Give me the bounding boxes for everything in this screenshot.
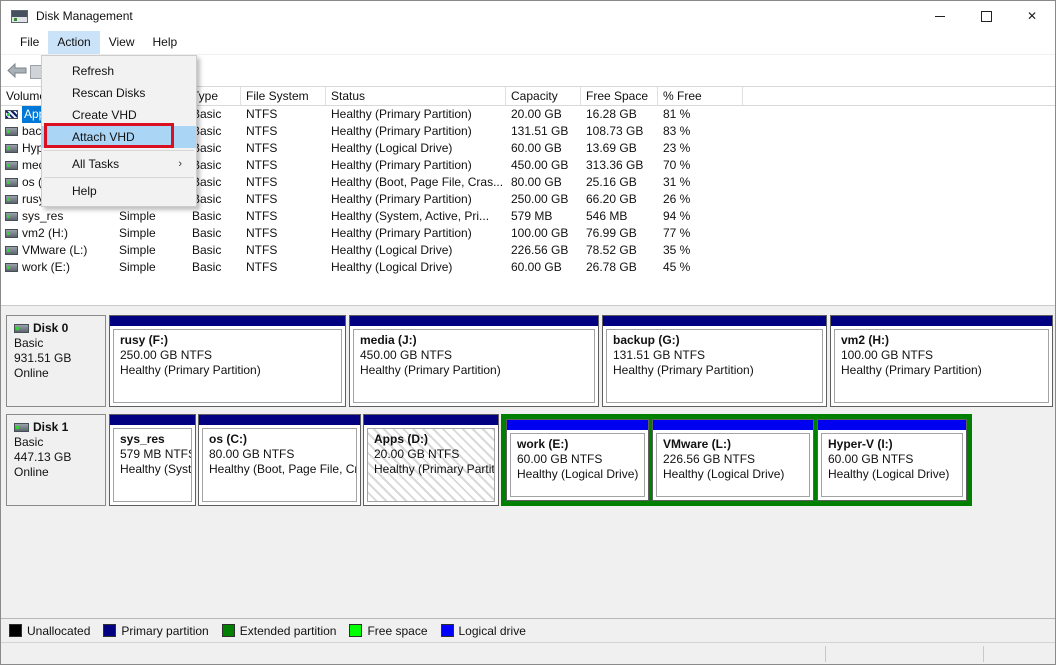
submenu-arrow-icon: › [178, 153, 182, 175]
menu-item-attach-vhd[interactable]: Attach VHD [42, 126, 196, 148]
status-bar-divider [983, 646, 984, 662]
logical-drive-color-bar [653, 420, 813, 430]
minimize-button[interactable] [917, 1, 963, 31]
table-row-vmware[interactable]: VMware (L:) Simple Basic NTFS Healthy (L… [1, 242, 1055, 259]
menu-view[interactable]: View [100, 31, 144, 54]
disk-0-band: Disk 0 Basic 931.51 GB Online rusy (F:)2… [6, 315, 1053, 407]
primary-partition-color-bar [364, 415, 498, 425]
primary-partition-color-bar [110, 316, 345, 326]
legend-primary-partition: Primary partition [103, 624, 208, 638]
column-header-pct-free[interactable]: % Free [658, 87, 743, 105]
legend-free-space: Free space [349, 624, 427, 638]
partition-hyper-v[interactable]: Hyper-V (I:)60.00 GB NTFSHealthy (Logica… [817, 419, 967, 501]
column-header-status[interactable]: Status [326, 87, 506, 105]
column-header-capacity[interactable]: Capacity [506, 87, 581, 105]
partition-sys-res[interactable]: sys_res579 MB NTFSHealthy (Syste [109, 414, 196, 506]
extended-partition-frame: work (E:)60.00 GB NTFSHealthy (Logical D… [501, 414, 972, 506]
menu-action[interactable]: Action [48, 31, 99, 54]
logical-drive-color-bar [507, 420, 648, 430]
table-row-sys-res[interactable]: sys_res Simple Basic NTFS Healthy (Syste… [1, 208, 1055, 225]
table-row-vm2[interactable]: vm2 (H:) Simple Basic NTFS Healthy (Prim… [1, 225, 1055, 242]
disk-management-app-icon [11, 10, 28, 23]
partition-os[interactable]: os (C:)80.00 GB NTFSHealthy (Boot, Page … [198, 414, 361, 506]
table-row-work[interactable]: work (E:) Simple Basic NTFS Healthy (Log… [1, 259, 1055, 276]
volume-icon [5, 178, 18, 187]
volume-icon [5, 263, 18, 272]
maximize-button[interactable] [963, 1, 1009, 31]
partition-vmware[interactable]: VMware (L:)226.56 GB NTFSHealthy (Logica… [652, 419, 814, 501]
disk-graph-pane: Disk 0 Basic 931.51 GB Online rusy (F:)2… [1, 305, 1055, 619]
extended-partition-color-swatch [222, 624, 235, 637]
status-bar [1, 642, 1055, 665]
disk-management-window: Disk Management ✕ File Action View Help … [0, 0, 1056, 665]
maximize-icon [981, 11, 992, 22]
partition-rusy[interactable]: rusy (F:)250.00 GB NTFSHealthy (Primary … [109, 315, 346, 407]
partition-apps-selected[interactable]: Apps (D:)20.00 GB NTFSHealthy (Primary P… [363, 414, 499, 506]
disk-icon [14, 324, 29, 333]
primary-partition-color-bar [110, 415, 195, 425]
close-icon: ✕ [1027, 9, 1037, 23]
volume-icon [5, 195, 18, 204]
primary-partition-color-bar [350, 316, 598, 326]
partition-work[interactable]: work (E:)60.00 GB NTFSHealthy (Logical D… [506, 419, 649, 501]
primary-partition-color-bar [831, 316, 1052, 326]
menu-item-rescan-disks[interactable]: Rescan Disks [42, 82, 196, 104]
logical-drive-color-swatch [441, 624, 454, 637]
legend-unallocated: Unallocated [9, 624, 90, 638]
primary-partition-color-swatch [103, 624, 116, 637]
legend-bar: Unallocated Primary partition Extended p… [1, 618, 1055, 642]
partition-media[interactable]: media (J:)450.00 GB NTFSHealthy (Primary… [349, 315, 599, 407]
volume-icon [5, 110, 18, 119]
menu-item-help[interactable]: Help [42, 180, 196, 202]
volume-icon [5, 229, 18, 238]
legend-logical-drive: Logical drive [441, 624, 526, 638]
disk-1-info[interactable]: Disk 1 Basic 447.13 GB Online [6, 414, 106, 506]
volume-icon [5, 127, 18, 136]
column-header-free-space[interactable]: Free Space [581, 87, 658, 105]
menu-bar: File Action View Help [1, 31, 1055, 54]
disk-1-band: Disk 1 Basic 447.13 GB Online sys_res579… [6, 414, 1053, 506]
menu-item-create-vhd[interactable]: Create VHD [42, 104, 196, 126]
unallocated-color-swatch [9, 624, 22, 637]
logical-drive-color-bar [818, 420, 966, 430]
back-arrow-icon[interactable] [7, 63, 27, 78]
minimize-icon [935, 16, 945, 17]
primary-partition-color-bar [603, 316, 826, 326]
menu-item-refresh[interactable]: Refresh [42, 60, 196, 82]
volume-icon [5, 161, 18, 170]
menu-help[interactable]: Help [144, 31, 187, 54]
volume-icon [5, 212, 18, 221]
partition-backup[interactable]: backup (G:)131.51 GB NTFSHealthy (Primar… [602, 315, 827, 407]
menu-separator [44, 177, 194, 178]
disk-icon [14, 423, 29, 432]
legend-extended-partition: Extended partition [222, 624, 337, 638]
primary-partition-color-bar [199, 415, 360, 425]
column-header-file-system[interactable]: File System [241, 87, 326, 105]
status-bar-divider [825, 646, 826, 662]
close-button[interactable]: ✕ [1009, 1, 1055, 31]
menu-separator [44, 150, 194, 151]
window-title: Disk Management [36, 9, 133, 23]
disk-0-info[interactable]: Disk 0 Basic 931.51 GB Online [6, 315, 106, 407]
menu-file[interactable]: File [11, 31, 48, 54]
free-space-color-swatch [349, 624, 362, 637]
action-dropdown-menu: Refresh Rescan Disks Create VHD Attach V… [41, 55, 197, 207]
volume-icon [5, 246, 18, 255]
volume-icon [5, 144, 18, 153]
menu-item-all-tasks[interactable]: All Tasks› [42, 153, 196, 175]
title-bar: Disk Management ✕ [1, 1, 1055, 31]
partition-vm2[interactable]: vm2 (H:)100.00 GB NTFSHealthy (Primary P… [830, 315, 1053, 407]
